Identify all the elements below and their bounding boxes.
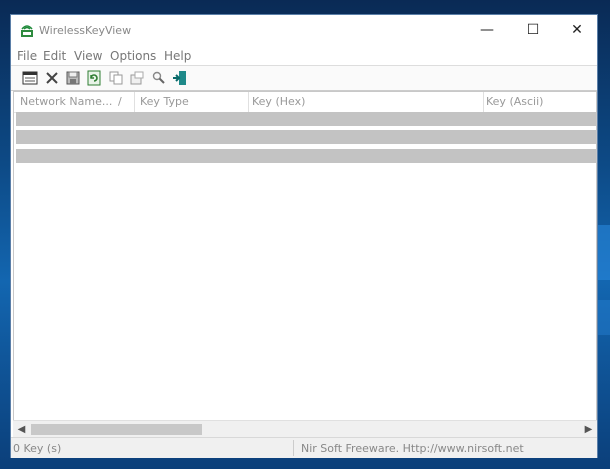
copy-icon[interactable] <box>107 69 125 87</box>
exit-icon[interactable] <box>171 69 189 87</box>
menu-file[interactable]: File <box>17 49 37 63</box>
wifi-key-app-icon <box>19 23 35 37</box>
status-bar: 0 Key (s) Nir Soft Freeware. Http://www.… <box>11 437 597 458</box>
maximize-button[interactable]: ☐ <box>511 15 555 45</box>
list-item[interactable] <box>16 149 596 163</box>
app-window: WirelessKeyView — ☐ ✕ File Edit View Opt… <box>10 14 598 458</box>
toolbar <box>11 65 597 91</box>
column-key-type[interactable]: Key Type <box>140 95 189 108</box>
find-icon[interactable] <box>150 69 168 87</box>
window-title: WirelessKeyView <box>39 24 132 37</box>
horizontal-scrollbar[interactable]: ◀ ▶ <box>13 420 597 438</box>
menu-view[interactable]: View <box>74 49 102 63</box>
properties-icon[interactable] <box>21 69 39 87</box>
sort-indicator: / <box>118 95 122 108</box>
status-divider <box>293 440 294 456</box>
scroll-left-icon[interactable]: ◀ <box>13 421 30 438</box>
minimize-button[interactable]: — <box>465 15 509 45</box>
column-divider[interactable] <box>134 92 135 112</box>
column-divider[interactable] <box>248 92 249 112</box>
refresh-icon[interactable] <box>85 69 103 87</box>
status-key-count: 0 Key (s) <box>13 442 62 455</box>
column-network-name[interactable]: Network Name... <box>20 95 112 108</box>
menu-edit[interactable]: Edit <box>43 49 66 63</box>
status-credit-link[interactable]: Nir Soft Freeware. Http://www.nirsoft.ne… <box>301 442 524 455</box>
scrollbar-thumb[interactable] <box>31 424 202 435</box>
list-item[interactable] <box>16 130 596 144</box>
column-key-ascii[interactable]: Key (Ascii) <box>486 95 543 108</box>
menu-options[interactable]: Options <box>110 49 156 63</box>
list-header: Network Name... / Key Type Key (Hex) Key… <box>14 92 596 113</box>
close-button[interactable]: ✕ <box>555 15 599 45</box>
menu-help[interactable]: Help <box>164 49 191 63</box>
title-bar[interactable]: WirelessKeyView — ☐ ✕ <box>11 15 597 47</box>
menu-bar: File Edit View Options Help <box>11 47 597 65</box>
keys-list[interactable]: Network Name... / Key Type Key (Hex) Key… <box>13 91 597 421</box>
list-item[interactable] <box>16 112 596 126</box>
column-divider[interactable] <box>483 92 484 112</box>
scroll-right-icon[interactable]: ▶ <box>580 421 597 438</box>
delete-icon[interactable] <box>43 69 61 87</box>
save-icon[interactable] <box>64 69 82 87</box>
html-report-icon[interactable] <box>128 69 146 87</box>
column-key-hex[interactable]: Key (Hex) <box>252 95 305 108</box>
